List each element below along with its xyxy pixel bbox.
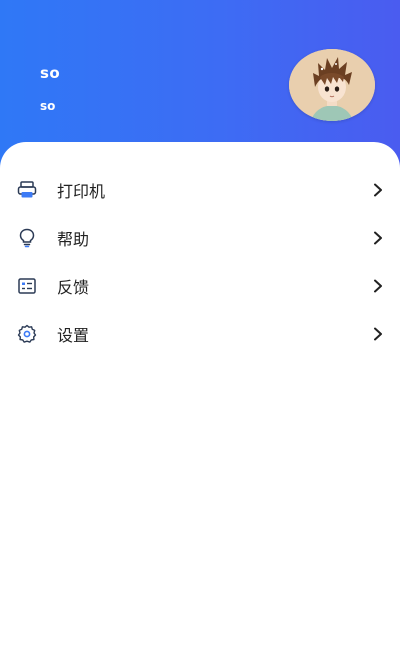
user-name: so bbox=[40, 64, 61, 82]
menu-list: 打印机 帮助 反馈 设置 bbox=[0, 166, 400, 358]
menu-item-feedback[interactable]: 反馈 bbox=[0, 262, 400, 310]
avatar-boy-illustration bbox=[289, 49, 375, 121]
feedback-icon bbox=[17, 276, 37, 296]
menu-item-printer[interactable]: 打印机 bbox=[0, 166, 400, 214]
menu-item-label: 设置 bbox=[57, 326, 90, 345]
menu-item-label: 帮助 bbox=[57, 230, 90, 249]
menu-item-label: 反馈 bbox=[57, 278, 90, 297]
avatar[interactable] bbox=[289, 49, 375, 121]
menu-item-label: 打印机 bbox=[57, 182, 106, 201]
lightbulb-icon bbox=[17, 228, 37, 248]
menu-item-settings[interactable]: 设置 bbox=[0, 310, 400, 358]
profile-page: so so 打印机 帮助 反馈 设置 bbox=[0, 0, 400, 661]
user-subtitle: so bbox=[40, 99, 56, 113]
menu-item-help[interactable]: 帮助 bbox=[0, 214, 400, 262]
chevron-right-icon bbox=[374, 231, 382, 245]
chevron-right-icon bbox=[374, 327, 382, 341]
chevron-right-icon bbox=[374, 183, 382, 197]
chevron-right-icon bbox=[374, 279, 382, 293]
settings-icon bbox=[17, 324, 37, 344]
printer-icon bbox=[17, 180, 37, 200]
